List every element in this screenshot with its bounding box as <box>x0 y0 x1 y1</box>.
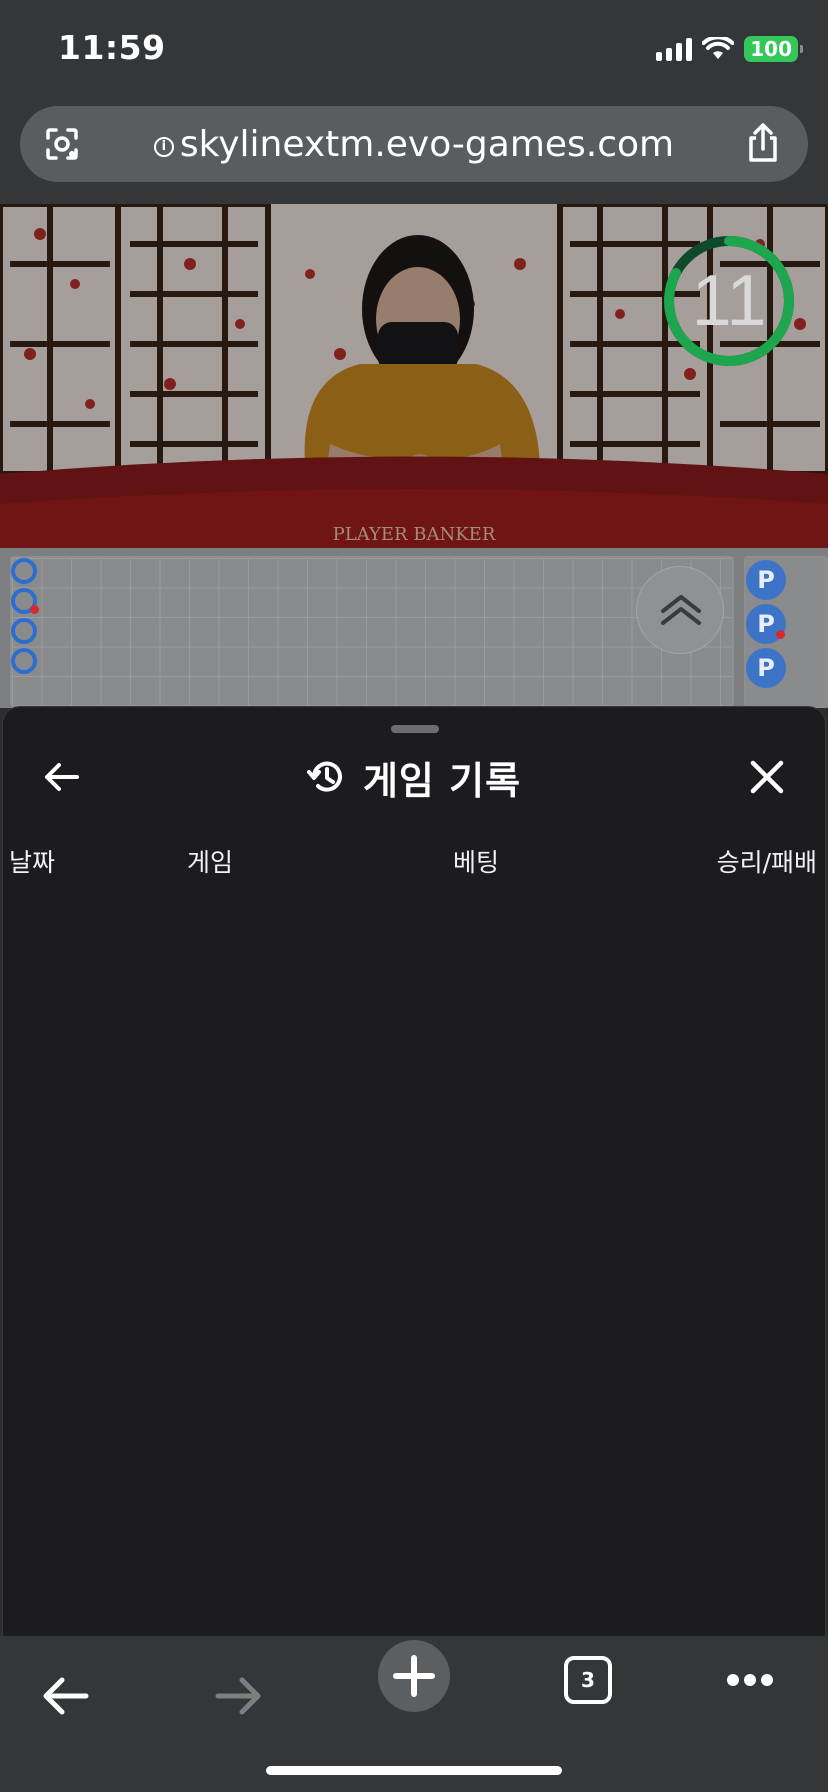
game-history-sheet: 게임 기록 날짜 게임 베팅 승리/패배 <box>2 706 826 1636</box>
countdown-number: 11 <box>691 261 767 341</box>
road-marker <box>11 558 37 584</box>
share-icon[interactable] <box>744 122 782 164</box>
player-chip: P <box>746 648 786 688</box>
info-icon[interactable]: i <box>153 137 174 157</box>
expand-roadmap-button[interactable] <box>636 566 724 654</box>
road-marker-dot <box>30 605 39 614</box>
bead-road-grid <box>10 556 734 708</box>
status-icons: 100 <box>656 34 803 64</box>
more-options-icon[interactable] <box>726 1672 774 1688</box>
sheet-header: 게임 기록 <box>3 749 825 805</box>
browser-forward-icon[interactable] <box>214 1676 264 1716</box>
new-tab-button[interactable] <box>378 1640 450 1712</box>
tab-switcher-button[interactable]: 3 <box>564 1656 612 1704</box>
sheet-title: 게임 기록 <box>362 758 522 803</box>
home-indicator[interactable] <box>266 1766 562 1775</box>
browser-back-icon[interactable] <box>40 1676 90 1716</box>
column-header-bet: 베팅 <box>453 848 500 877</box>
wifi-icon <box>702 37 735 59</box>
plus-icon <box>393 1655 435 1697</box>
road-marker <box>11 618 37 644</box>
status-bar: 11:59 100 <box>0 0 828 100</box>
double-chevron-up-icon <box>661 595 701 625</box>
cellular-signal-icon <box>656 37 693 61</box>
status-time: 11:59 <box>58 28 166 67</box>
road-marker <box>11 648 37 674</box>
battery-icon: 100 <box>744 36 803 62</box>
url-text-container[interactable]: i skylinextm.evo-games.com <box>20 124 808 165</box>
sheet-drag-handle[interactable] <box>391 725 439 733</box>
player-chip: P <box>746 560 786 600</box>
column-header-win-loss: 승리/패배 <box>716 848 817 877</box>
column-header-date: 날짜 <box>9 848 56 877</box>
browser-url-area: i skylinextm.evo-games.com <box>0 100 828 204</box>
chip-dot <box>776 630 785 639</box>
history-icon <box>306 761 342 792</box>
url-text[interactable]: skylinextm.evo-games.com <box>180 124 674 165</box>
column-header-game: 게임 <box>187 848 234 877</box>
close-icon[interactable] <box>747 757 787 797</box>
address-bar[interactable]: i skylinextm.evo-games.com <box>20 106 808 182</box>
